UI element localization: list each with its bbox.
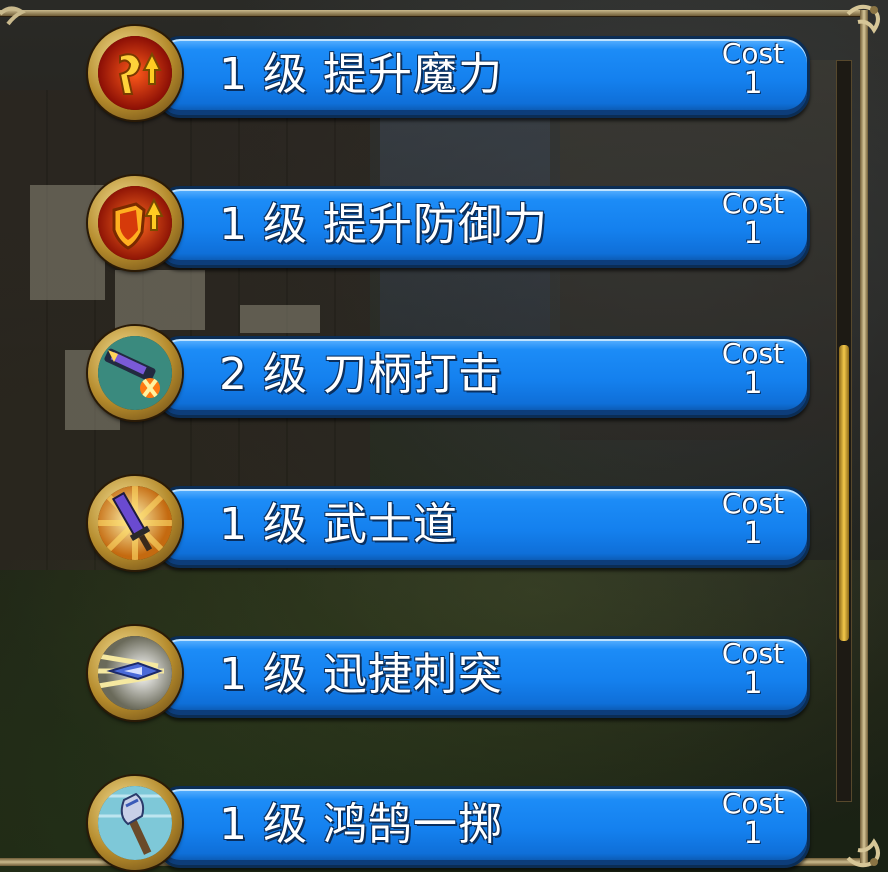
skill-level-unit: 级 — [263, 349, 308, 400]
game-world-background — [0, 0, 888, 872]
scrollbar-thumb[interactable] — [839, 345, 849, 641]
skill-name: 刀柄打击 — [323, 349, 503, 400]
skill-label: 1 级 提升防御力 — [219, 197, 548, 253]
skill-cost: Cost 1 — [717, 39, 789, 99]
skill-level: 1 — [219, 199, 248, 250]
axe-throw-icon — [98, 786, 172, 860]
skill-button[interactable]: 1 级 迅捷刺突 Cost 1 — [158, 636, 810, 718]
skill-icon-frame[interactable] — [88, 26, 182, 120]
skill-row-3[interactable]: 2 级 刀柄打击 Cost 1 — [88, 326, 810, 422]
skill-name: 提升魔力 — [323, 49, 503, 100]
skill-label: 1 级 提升魔力 — [219, 47, 503, 103]
cost-value: 1 — [743, 366, 763, 401]
skill-level-unit: 级 — [263, 499, 308, 550]
skill-level: 1 — [219, 799, 248, 850]
cost-value: 1 — [743, 666, 763, 701]
skill-label: 1 级 鸿鹄一掷 — [219, 797, 503, 853]
skill-button[interactable]: 2 级 刀柄打击 Cost 1 — [158, 336, 810, 418]
skill-icon-frame[interactable] — [88, 776, 182, 870]
skill-level: 1 — [219, 499, 248, 550]
skill-cost: Cost 1 — [717, 489, 789, 549]
skill-row-5[interactable]: 1 级 迅捷刺突 Cost 1 — [88, 626, 810, 722]
hilt-strike-icon — [98, 336, 172, 410]
skill-name: 鸿鹄一掷 — [323, 799, 503, 850]
skill-row-2[interactable]: 1 级 提升防御力 Cost 1 — [88, 176, 810, 272]
skill-row-1[interactable]: 1 级 提升魔力 Cost 1 — [88, 26, 810, 122]
skill-level-unit: 级 — [263, 799, 308, 850]
skill-icon-frame[interactable] — [88, 176, 182, 270]
cost-value: 1 — [743, 816, 763, 851]
skill-level: 1 — [219, 49, 248, 100]
skill-name: 武士道 — [323, 499, 458, 550]
skill-cost: Cost 1 — [717, 189, 789, 249]
cost-value: 1 — [743, 216, 763, 251]
skill-cost: Cost 1 — [717, 639, 789, 699]
skill-row-6[interactable]: 1 级 鸿鹄一掷 Cost 1 — [88, 776, 810, 872]
magic-power-up-icon — [98, 36, 172, 110]
wall-poster — [115, 270, 205, 330]
skill-cost: Cost 1 — [717, 789, 789, 849]
skill-level-unit: 级 — [263, 199, 308, 250]
defense-up-icon — [98, 186, 172, 260]
swift-thrust-icon — [98, 636, 172, 710]
skill-label: 2 级 刀柄打击 — [219, 347, 503, 403]
skill-name: 迅捷刺突 — [323, 649, 503, 700]
skill-button[interactable]: 1 级 武士道 Cost 1 — [158, 486, 810, 568]
skill-label: 1 级 迅捷刺突 — [219, 647, 503, 703]
cost-value: 1 — [743, 516, 763, 551]
bushido-sword-icon — [98, 486, 172, 560]
skill-icon-frame[interactable] — [88, 326, 182, 420]
skill-button[interactable]: 1 级 提升魔力 Cost 1 — [158, 36, 810, 118]
skill-icon-frame[interactable] — [88, 476, 182, 570]
skill-row-4[interactable]: 1 级 武士道 Cost 1 — [88, 476, 810, 572]
skill-cost: Cost 1 — [717, 339, 789, 399]
skill-button[interactable]: 1 级 提升防御力 Cost 1 — [158, 186, 810, 268]
skill-label: 1 级 武士道 — [219, 497, 458, 553]
skill-icon-frame[interactable] — [88, 626, 182, 720]
skill-level: 1 — [219, 649, 248, 700]
scrollbar-track[interactable] — [836, 60, 852, 802]
skill-level: 2 — [219, 349, 248, 400]
skill-button[interactable]: 1 级 鸿鹄一掷 Cost 1 — [158, 786, 810, 868]
cost-value: 1 — [743, 66, 763, 101]
skill-level-unit: 级 — [263, 649, 308, 700]
skill-name: 提升防御力 — [323, 199, 548, 250]
skill-level-unit: 级 — [263, 49, 308, 100]
